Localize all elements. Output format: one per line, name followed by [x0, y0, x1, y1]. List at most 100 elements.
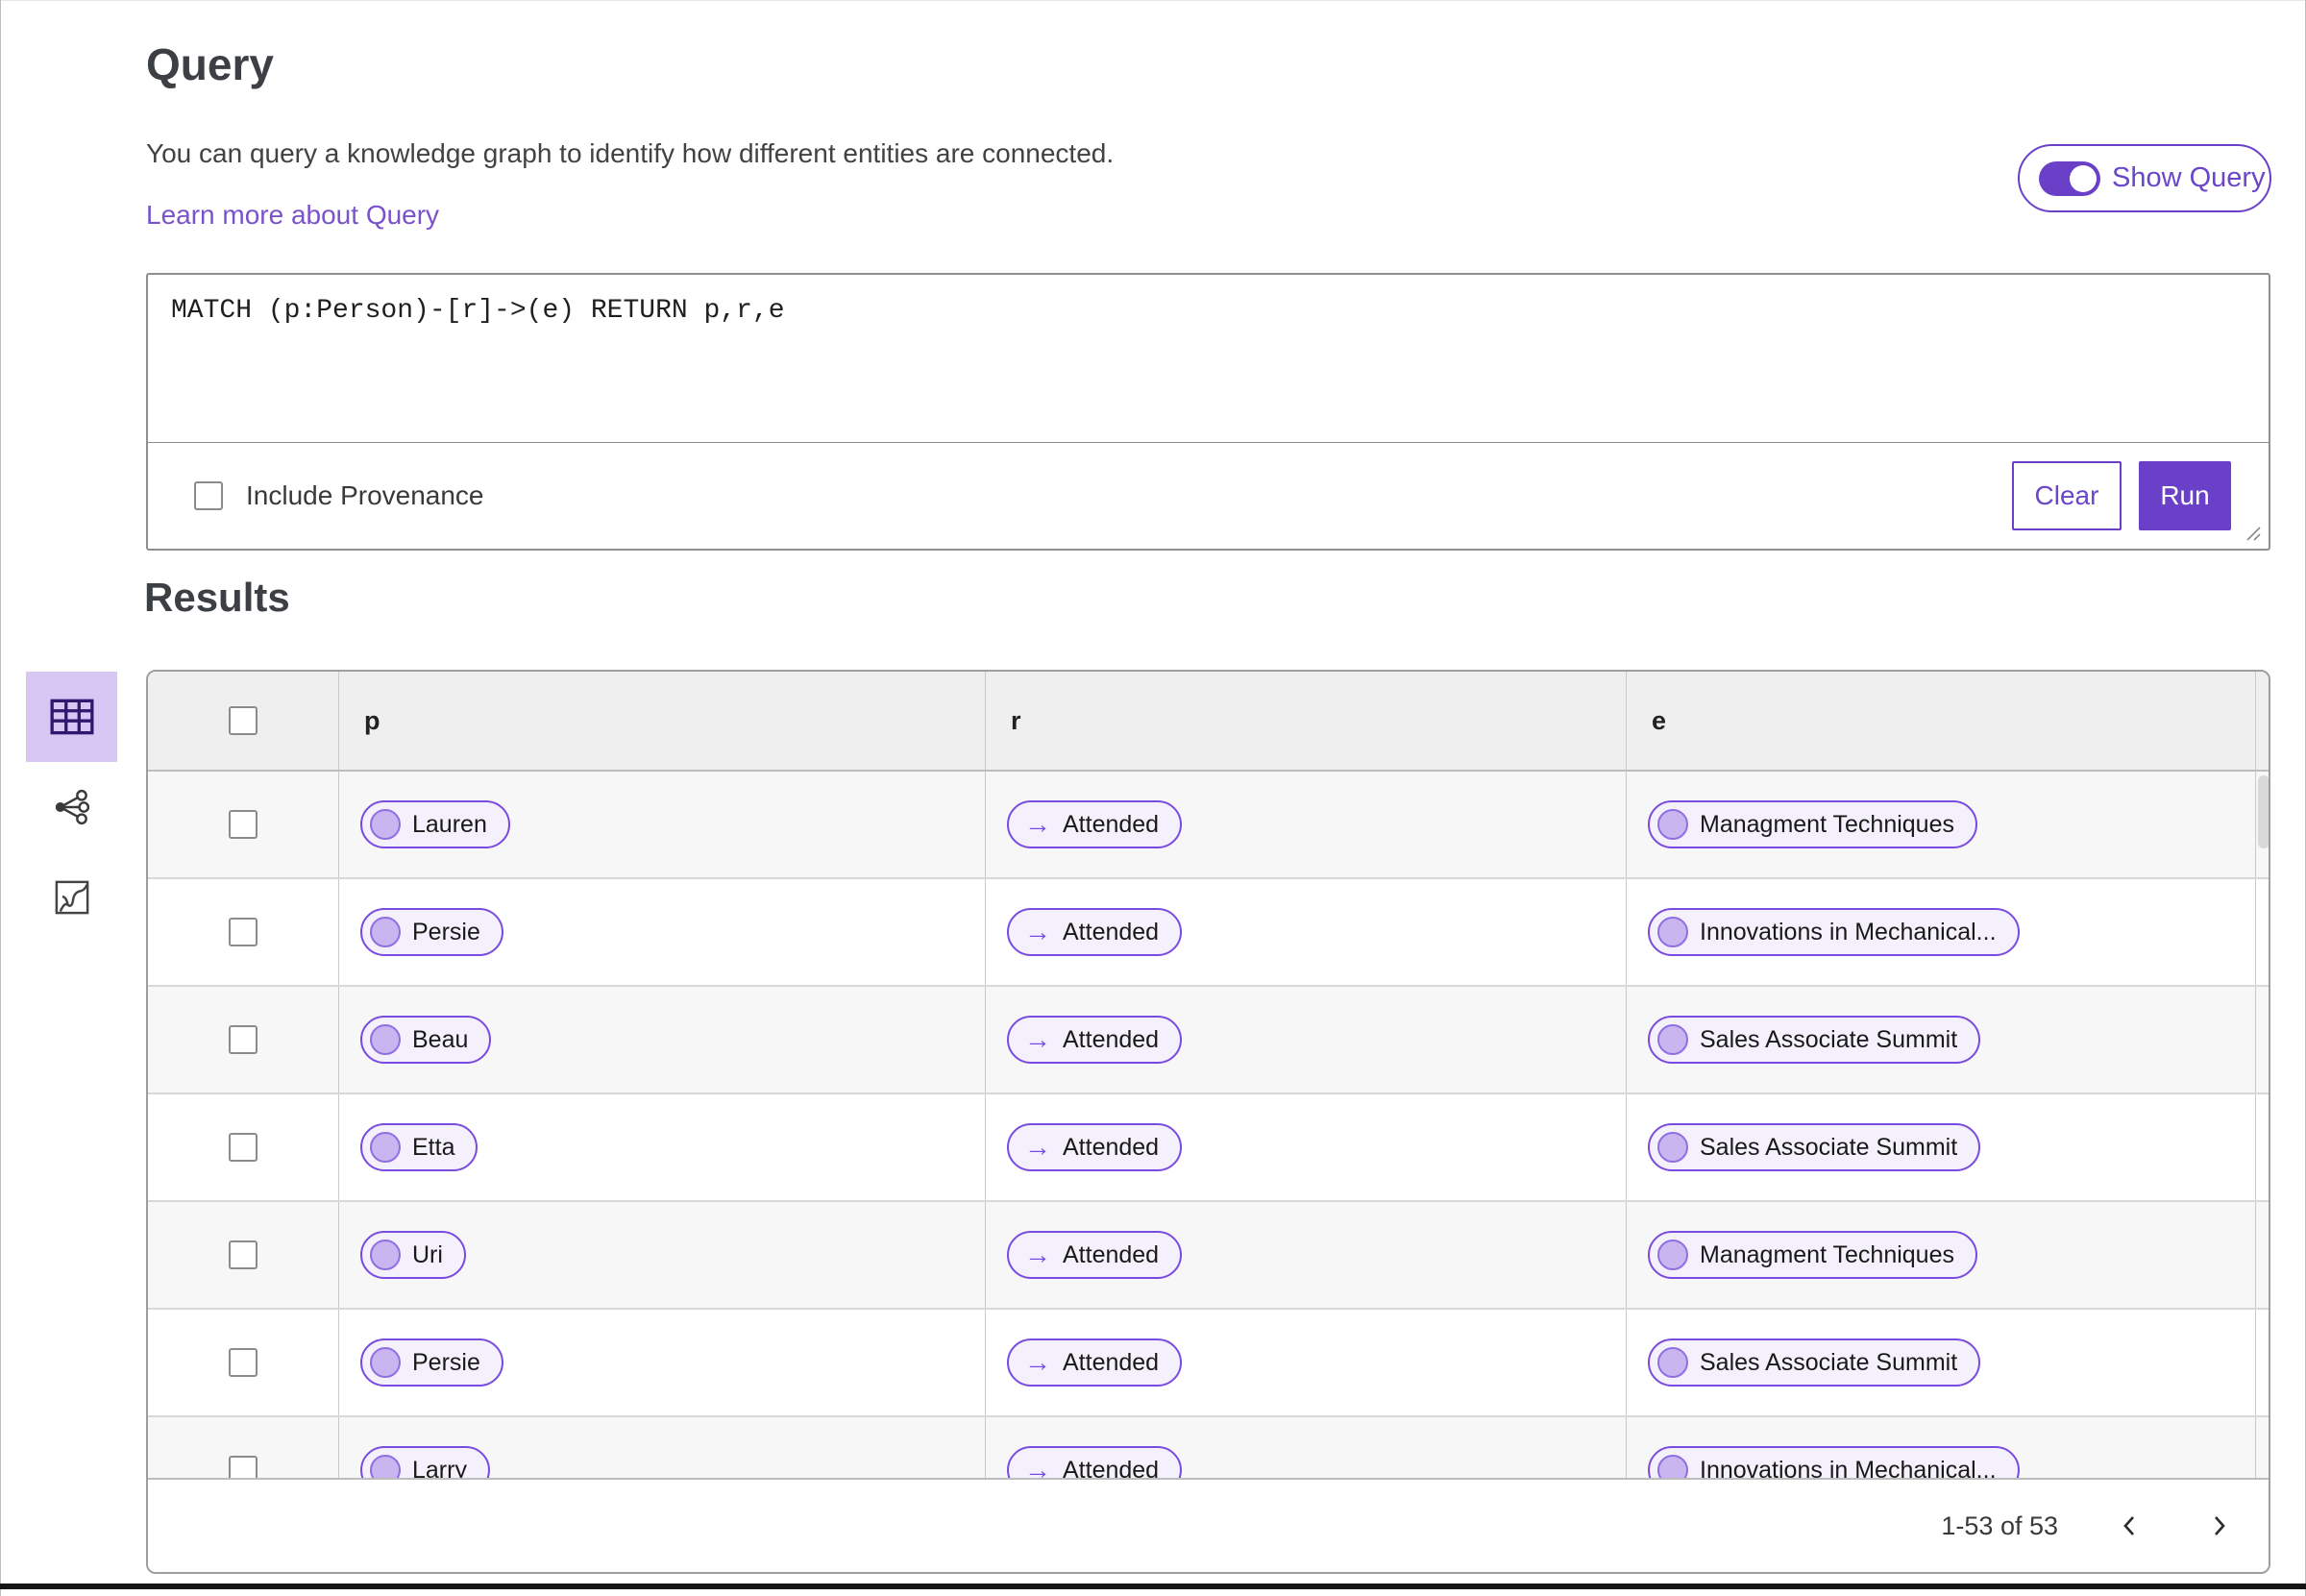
scrollbar-gutter [2255, 672, 2269, 770]
person-pill[interactable]: Beau [360, 1016, 492, 1064]
resize-handle-icon[interactable] [2244, 524, 2263, 543]
show-query-toggle[interactable]: Show Query [2018, 144, 2271, 212]
relation-pill[interactable]: → Attended [1007, 1123, 1183, 1171]
entity-pill[interactable]: Sales Associate Summit [1648, 1338, 1981, 1387]
table-row: Persie → Attended Innovations in Mechani… [148, 879, 2269, 987]
entity-pill-label: Innovations in Mechanical... [1700, 1456, 1997, 1479]
view-switcher [26, 672, 117, 943]
clear-button[interactable]: Clear [2012, 461, 2122, 530]
entity-pill-label: Sales Associate Summit [1700, 1348, 1958, 1376]
column-header-p[interactable]: p [338, 672, 985, 770]
relation-pill-label: Attended [1063, 1456, 1160, 1479]
include-provenance-checkbox[interactable] [194, 481, 223, 510]
relation-pill-label: Attended [1063, 810, 1160, 838]
entity-pill[interactable]: Sales Associate Summit [1648, 1016, 1981, 1064]
table-scrollbar-thumb[interactable] [2258, 775, 2269, 848]
person-pill-label: Uri [412, 1240, 443, 1268]
person-pill[interactable]: Persie [360, 908, 503, 956]
node-circle-icon [1657, 1455, 1688, 1478]
row-checkbox[interactable] [229, 1240, 258, 1269]
relation-pill[interactable]: → Attended [1007, 1338, 1183, 1387]
node-circle-icon [370, 1455, 401, 1478]
person-pill[interactable]: Larry [360, 1446, 490, 1478]
relation-pill[interactable]: → Attended [1007, 1231, 1183, 1279]
relation-pill-label: Attended [1063, 1025, 1160, 1053]
map-icon [55, 880, 88, 915]
results-title: Results [144, 575, 290, 620]
arrow-right-icon: → [1024, 1024, 1051, 1054]
toggle-switch-icon[interactable] [2039, 160, 2100, 196]
entity-pill[interactable]: Managment Techniques [1648, 800, 1977, 848]
node-circle-icon [370, 1347, 401, 1378]
person-pill[interactable]: Etta [360, 1123, 478, 1171]
pagination-range: 1-53 of 53 [1941, 1510, 2058, 1540]
column-header-e[interactable]: e [1626, 672, 2255, 770]
entity-pill-label: Managment Techniques [1700, 1240, 1954, 1268]
person-pill[interactable]: Lauren [360, 800, 510, 848]
person-pill-label: Larry [412, 1456, 467, 1479]
entity-pill[interactable]: Managment Techniques [1648, 1231, 1977, 1279]
row-checkbox[interactable] [229, 1025, 258, 1054]
table-icon [50, 699, 93, 735]
table-row: Uri → Attended Managment Techniques [148, 1202, 2269, 1310]
column-header-r[interactable]: r [985, 672, 1626, 770]
person-pill[interactable]: Uri [360, 1231, 466, 1279]
person-pill-label: Persie [412, 1348, 480, 1376]
relation-pill[interactable]: → Attended [1007, 1446, 1183, 1479]
node-circle-icon [370, 809, 401, 840]
person-pill-label: Beau [412, 1025, 469, 1053]
arrow-right-icon: → [1024, 809, 1051, 839]
view-table-button[interactable] [26, 672, 117, 762]
chevron-left-icon [2123, 1516, 2134, 1535]
run-button[interactable]: Run [2139, 461, 2231, 530]
query-page-title: Query [146, 39, 274, 89]
relation-pill-label: Attended [1063, 1348, 1160, 1376]
view-graph-button[interactable] [26, 762, 117, 852]
next-page-button[interactable] [2199, 1507, 2238, 1545]
relation-pill[interactable]: → Attended [1007, 1016, 1183, 1064]
row-checkbox[interactable] [229, 918, 258, 946]
view-map-button[interactable] [26, 852, 117, 943]
row-checkbox[interactable] [229, 810, 258, 839]
person-pill-label: Persie [412, 918, 480, 945]
query-controls-row: Include Provenance Clear Run [148, 443, 2269, 549]
show-query-label: Show Query [2112, 162, 2266, 193]
query-card: MATCH (p:Person)-[r]->(e) RETURN p,r,e I… [146, 273, 2270, 551]
select-all-checkbox[interactable] [229, 706, 258, 735]
arrow-right-icon: → [1024, 1240, 1051, 1269]
query-editor[interactable]: MATCH (p:Person)-[r]->(e) RETURN p,r,e [148, 275, 2269, 443]
graph-icon [55, 789, 89, 825]
relation-pill[interactable]: → Attended [1007, 908, 1183, 956]
node-circle-icon [1657, 809, 1688, 840]
table-body: Lauren → Attended Managment Techniques P… [148, 772, 2269, 1478]
bottom-bar [0, 1584, 2306, 1589]
prev-page-button[interactable] [2111, 1507, 2149, 1545]
person-pill[interactable]: Persie [360, 1338, 503, 1387]
entity-pill[interactable]: Innovations in Mechanical... [1648, 908, 2020, 956]
entity-pill-label: Sales Associate Summit [1700, 1133, 1958, 1161]
person-pill-label: Etta [412, 1133, 455, 1161]
entity-pill-label: Innovations in Mechanical... [1700, 918, 1997, 945]
relation-pill-label: Attended [1063, 1240, 1160, 1268]
table-row: Persie → Attended Sales Associate Summit [148, 1310, 2269, 1417]
entity-pill[interactable]: Innovations in Mechanical... [1648, 1446, 2020, 1478]
page-root: Query You can query a knowledge graph to… [0, 0, 2306, 1596]
learn-more-link[interactable]: Learn more about Query [146, 200, 439, 231]
query-description: You can query a knowledge graph to ident… [146, 138, 1115, 168]
node-circle-icon [1657, 1347, 1688, 1378]
arrow-right-icon: → [1024, 1132, 1051, 1162]
row-checkbox[interactable] [229, 1133, 258, 1162]
node-circle-icon [1657, 1024, 1688, 1055]
table-row: Etta → Attended Sales Associate Summit [148, 1094, 2269, 1202]
row-checkbox[interactable] [229, 1456, 258, 1478]
table-row: Beau → Attended Sales Associate Summit [148, 987, 2269, 1094]
node-circle-icon [370, 1240, 401, 1270]
table-header-row: p r e [148, 672, 2269, 772]
relation-pill[interactable]: → Attended [1007, 800, 1183, 848]
entity-pill[interactable]: Sales Associate Summit [1648, 1123, 1981, 1171]
table-row: Lauren → Attended Managment Techniques [148, 772, 2269, 879]
toggle-knob [2070, 164, 2097, 192]
row-checkbox[interactable] [229, 1348, 258, 1377]
node-circle-icon [1657, 917, 1688, 947]
node-circle-icon [370, 917, 401, 947]
